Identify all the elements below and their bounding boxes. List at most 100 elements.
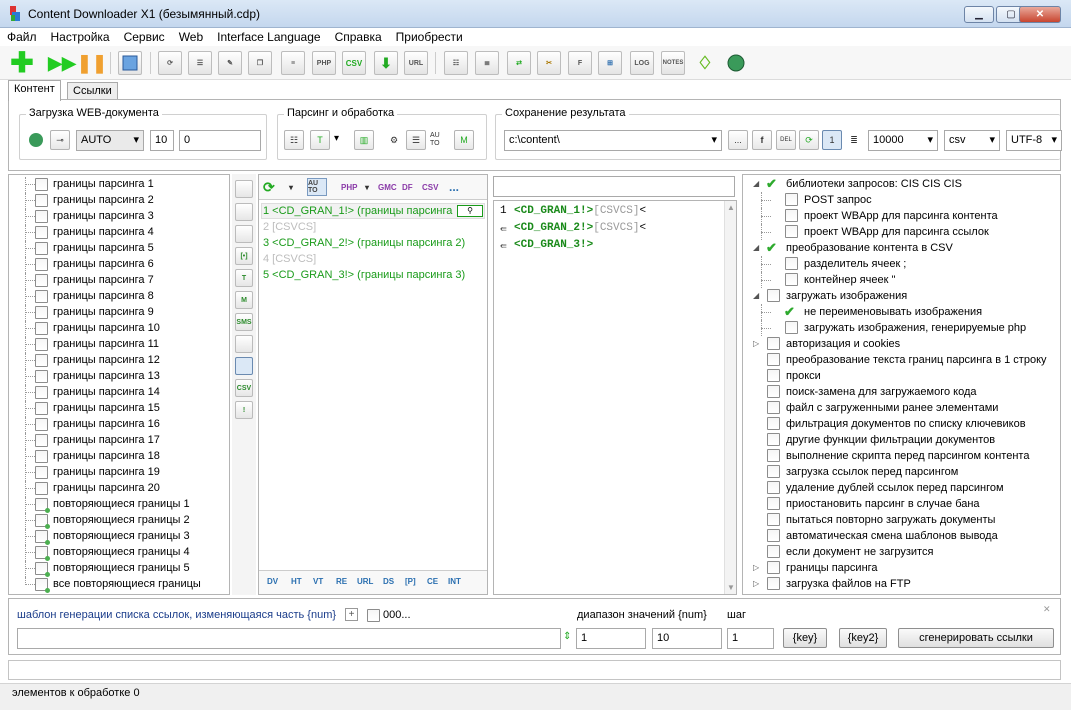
- tools-icon[interactable]: ✂: [537, 51, 561, 75]
- parse-line[interactable]: 4 [CSVCS]: [263, 253, 316, 265]
- add-template-button[interactable]: +: [345, 608, 358, 621]
- tree-item[interactable]: разделитель ячеек ;: [743, 256, 1060, 272]
- csv-button[interactable]: CSV: [422, 178, 438, 196]
- list-item-checkbox[interactable]: [35, 418, 48, 431]
- list-item[interactable]: границы парсинга 14: [9, 385, 229, 401]
- rows-icon[interactable]: ≣: [844, 130, 864, 150]
- expand-arrow-icon[interactable]: ◢: [753, 243, 759, 252]
- list-item-checkbox[interactable]: [35, 530, 50, 545]
- footer-button[interactable]: DS: [383, 577, 394, 586]
- key-button[interactable]: {key}: [783, 628, 827, 648]
- users-icon[interactable]: ☰: [188, 51, 212, 75]
- chevron-down-icon[interactable]: ▾: [334, 133, 339, 144]
- url-icon[interactable]: URL: [404, 51, 428, 75]
- more-button[interactable]: ...: [449, 178, 459, 196]
- text-icon[interactable]: T: [235, 269, 253, 287]
- scroll-up-icon[interactable]: ▲: [727, 203, 735, 212]
- search-icon[interactable]: ⚲: [457, 205, 483, 217]
- tree-item[interactable]: POST запрос: [743, 192, 1060, 208]
- list-item[interactable]: границы парсинга 18: [9, 449, 229, 465]
- template-icon[interactable]: [235, 335, 253, 353]
- format-select[interactable]: csv: [944, 130, 1000, 151]
- list-item-checkbox[interactable]: [35, 210, 48, 223]
- list-item-checkbox[interactable]: [35, 482, 48, 495]
- step-input[interactable]: 1: [727, 628, 774, 649]
- menu-buy[interactable]: Приобрести: [389, 28, 470, 46]
- tree-item-checkbox[interactable]: [785, 193, 798, 206]
- tree-item-checkbox[interactable]: [767, 561, 780, 574]
- tree-item-checkbox[interactable]: [767, 385, 780, 398]
- tree-item-checkbox[interactable]: [785, 225, 798, 238]
- list-item-checkbox[interactable]: [35, 386, 48, 399]
- list-item[interactable]: все повторяющиеся границы: [9, 577, 229, 593]
- tab-content[interactable]: Контент: [8, 80, 61, 101]
- list-item-checkbox[interactable]: [35, 498, 50, 513]
- tab-links[interactable]: Ссылки: [67, 82, 118, 100]
- footer-button[interactable]: INT: [448, 577, 461, 586]
- tree-item[interactable]: ◢ ✔ библиотеки запросов: CIS CIS CIS: [743, 176, 1060, 192]
- close-icon[interactable]: ✕: [1043, 604, 1051, 615]
- list-item[interactable]: повторяющиеся границы 2: [9, 513, 229, 529]
- tree-item[interactable]: загружать изображения, генерируемые php: [743, 320, 1060, 336]
- list-item[interactable]: границы парсинга 3: [9, 209, 229, 225]
- encoding-select[interactable]: UTF-8: [1006, 130, 1062, 151]
- pause-icon[interactable]: ❚❚: [77, 51, 107, 75]
- code-scrollbar[interactable]: ▲ ▼: [724, 201, 736, 594]
- tree-item[interactable]: выполнение скрипта перед парсингом конте…: [743, 448, 1060, 464]
- list-item-checkbox[interactable]: [35, 370, 48, 383]
- tree-item[interactable]: если документ не загрузится: [743, 544, 1060, 560]
- auto-button[interactable]: AU TO: [430, 130, 450, 150]
- tree-item[interactable]: приостановить парсинг в случае бана: [743, 496, 1060, 512]
- list-item[interactable]: границы парсинга 11: [9, 337, 229, 353]
- list-item-checkbox[interactable]: [35, 242, 48, 255]
- list-item-checkbox[interactable]: [35, 514, 50, 529]
- range-from-input[interactable]: 1: [576, 628, 646, 649]
- tree-item[interactable]: преобразование текста границ парсинга в …: [743, 352, 1060, 368]
- tree-item-checkbox[interactable]: [767, 337, 780, 350]
- menu-service[interactable]: Сервис: [117, 28, 172, 46]
- parse-m-button[interactable]: M: [454, 130, 474, 150]
- list-item-checkbox[interactable]: [35, 258, 48, 271]
- code-search-input[interactable]: [493, 176, 735, 197]
- chevron-down-icon[interactable]: ▾: [365, 178, 369, 196]
- list-item-checkbox[interactable]: [35, 450, 48, 463]
- sync-icon[interactable]: ⟳: [799, 130, 819, 150]
- key2-button[interactable]: {key2}: [839, 628, 887, 648]
- lines-icon[interactable]: ≡: [281, 51, 305, 75]
- check-icon[interactable]: ✔: [784, 304, 795, 320]
- html-view-icon[interactable]: [235, 180, 253, 198]
- list-item-checkbox[interactable]: [35, 466, 48, 479]
- limit-select[interactable]: 10000: [868, 130, 938, 151]
- tree-item[interactable]: файл с загруженными ранее элементами: [743, 400, 1060, 416]
- list-item[interactable]: границы парсинга 20: [9, 481, 229, 497]
- list-item[interactable]: границы парсинга 2: [9, 193, 229, 209]
- edit-icon[interactable]: ✎: [218, 51, 242, 75]
- chart-icon[interactable]: ▥: [354, 130, 374, 150]
- list-icon[interactable]: ≣: [475, 51, 499, 75]
- regex-icon[interactable]: ☰: [406, 130, 426, 150]
- list-item[interactable]: границы парсинга 15: [9, 401, 229, 417]
- tree-item-checkbox[interactable]: [785, 257, 798, 270]
- footer-button[interactable]: DV: [267, 577, 278, 586]
- add-icon[interactable]: ✚: [10, 49, 34, 77]
- list-item-checkbox[interactable]: [35, 402, 48, 415]
- parse-line[interactable]: 5 <CD_GRAN_3!> (границы парсинга 3): [263, 269, 465, 281]
- list-item[interactable]: границы парсинга 5: [9, 241, 229, 257]
- delay-input[interactable]: 0: [179, 130, 261, 151]
- menu-file[interactable]: Файл: [0, 28, 44, 46]
- tree-item[interactable]: пытаться повторно загружать документы: [743, 512, 1060, 528]
- list-item[interactable]: границы парсинга 16: [9, 417, 229, 433]
- tree-item-checkbox[interactable]: [767, 529, 780, 542]
- list-item[interactable]: границы парсинга 19: [9, 465, 229, 481]
- list-item-checkbox[interactable]: [35, 274, 48, 287]
- save-path-select[interactable]: c:\content\: [504, 130, 722, 151]
- footer-button[interactable]: HT: [291, 577, 302, 586]
- tree-item-checkbox[interactable]: [767, 353, 780, 366]
- tree-item[interactable]: удаление дублей ссылок перед парсингом: [743, 480, 1060, 496]
- refresh-icon[interactable]: ⟳: [263, 178, 275, 196]
- list-item[interactable]: границы парсинга 6: [9, 257, 229, 273]
- bracket-icon[interactable]: [•]: [235, 247, 253, 265]
- tree-item-checkbox[interactable]: [785, 209, 798, 222]
- parse-line[interactable]: 3 <CD_GRAN_2!> (границы парсинга 2): [263, 237, 465, 249]
- expand-arrow-icon[interactable]: ▷: [753, 579, 759, 588]
